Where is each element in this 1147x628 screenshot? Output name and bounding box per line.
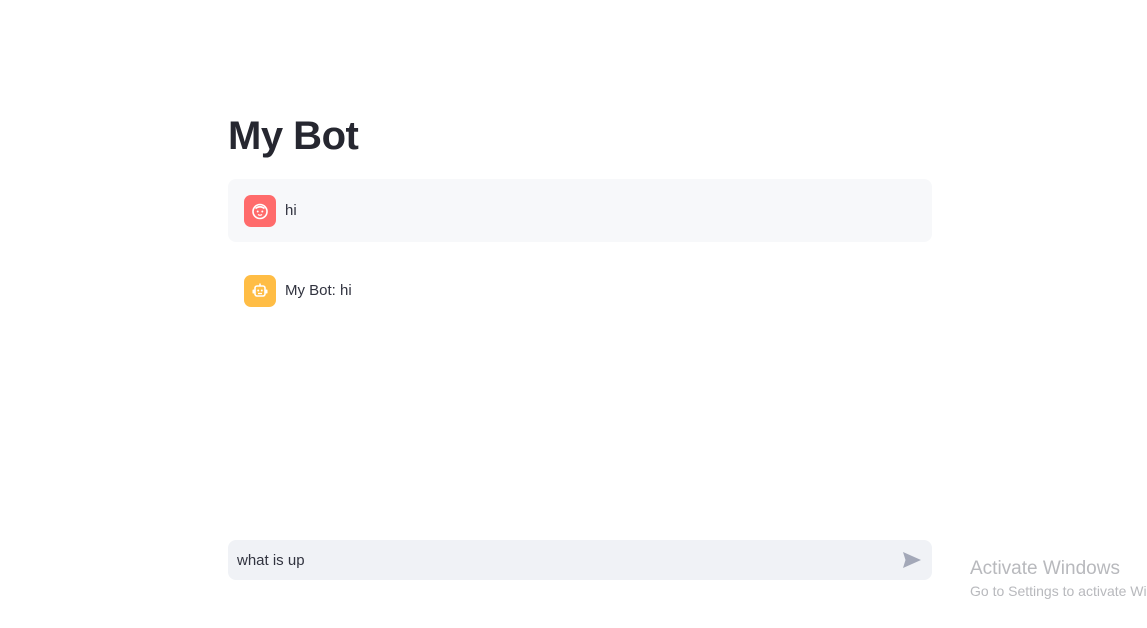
- watermark-subtitle: Go to Settings to activate Windows.: [970, 583, 1147, 599]
- user-face-icon: [244, 194, 276, 227]
- chat-message-text: hi: [285, 201, 297, 219]
- send-button[interactable]: [892, 540, 932, 580]
- activate-windows-watermark: Activate Windows Go to Settings to activ…: [970, 557, 1147, 600]
- page-title: My Bot: [228, 114, 359, 158]
- robot-icon: [244, 274, 276, 307]
- chat-input[interactable]: [228, 540, 892, 580]
- watermark-title: Activate Windows: [970, 558, 1120, 579]
- app-page: My Bot hi My Bot: hi what is up Activate…: [0, 0, 1147, 628]
- chat-input-container: [228, 540, 932, 580]
- send-icon: [903, 552, 921, 568]
- chat-message-user: hi: [228, 179, 932, 242]
- chat-message-assistant: My Bot: hi: [228, 259, 932, 322]
- chat-message-text: My Bot: hi: [285, 281, 352, 299]
